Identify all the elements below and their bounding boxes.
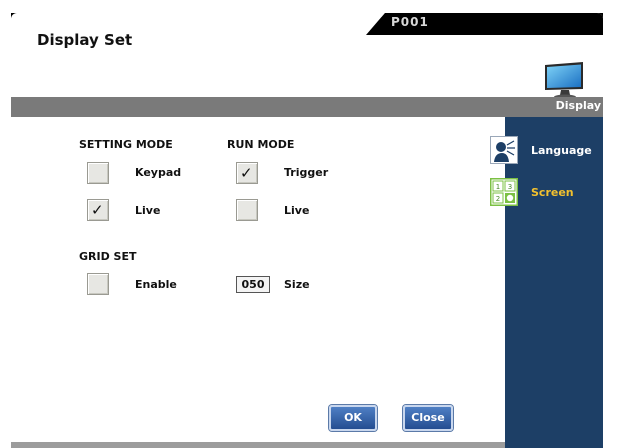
page-code: P001: [391, 15, 429, 29]
screen-icon-digit-1: 1: [496, 183, 500, 191]
ok-button[interactable]: OK: [329, 405, 377, 431]
grid-enable-label: Enable: [135, 278, 177, 291]
language-icon: [490, 136, 518, 164]
monitor-icon: [545, 62, 583, 97]
checkmark-icon: ✓: [91, 201, 104, 219]
screen-icon-digit-2: 2: [496, 195, 500, 203]
panel-title: Display: [555, 99, 601, 112]
run-mode-label: RUN MODE: [227, 138, 295, 151]
grid-size-input[interactable]: 050: [236, 276, 270, 293]
run-mode-trigger-checkbox[interactable]: ✓: [236, 162, 258, 184]
grid-set-label: GRID SET: [79, 250, 137, 263]
sidebar-item-language[interactable]: Language: [488, 136, 603, 170]
setting-mode-label: SETTING MODE: [79, 138, 173, 151]
sidebar-item-screen[interactable]: 1 3 2 Screen: [488, 178, 603, 212]
grid-size-label: Size: [284, 278, 310, 291]
setting-mode-keypad-checkbox[interactable]: [87, 162, 109, 184]
setting-mode-live-label: Live: [135, 204, 161, 217]
grid-enable-checkbox[interactable]: [87, 273, 109, 295]
close-button[interactable]: Close: [403, 405, 453, 431]
bottom-strip: [11, 442, 505, 448]
sidebar-item-language-label: Language: [531, 144, 592, 157]
setting-mode-keypad-label: Keypad: [135, 166, 182, 179]
page-title: Display Set: [37, 31, 133, 49]
screen-icon-digit-3: 3: [508, 183, 512, 191]
run-mode-live-label: Live: [284, 204, 310, 217]
header: P001 Display Set: [11, 13, 603, 97]
screen-layout-icon: 1 3 2: [490, 178, 518, 206]
sidebar-item-screen-label: Screen: [531, 186, 574, 199]
checkmark-icon: ✓: [240, 164, 253, 182]
setting-mode-live-checkbox[interactable]: ✓: [87, 199, 109, 221]
run-mode-live-checkbox[interactable]: [236, 199, 258, 221]
run-mode-trigger-label: Trigger: [284, 166, 329, 179]
